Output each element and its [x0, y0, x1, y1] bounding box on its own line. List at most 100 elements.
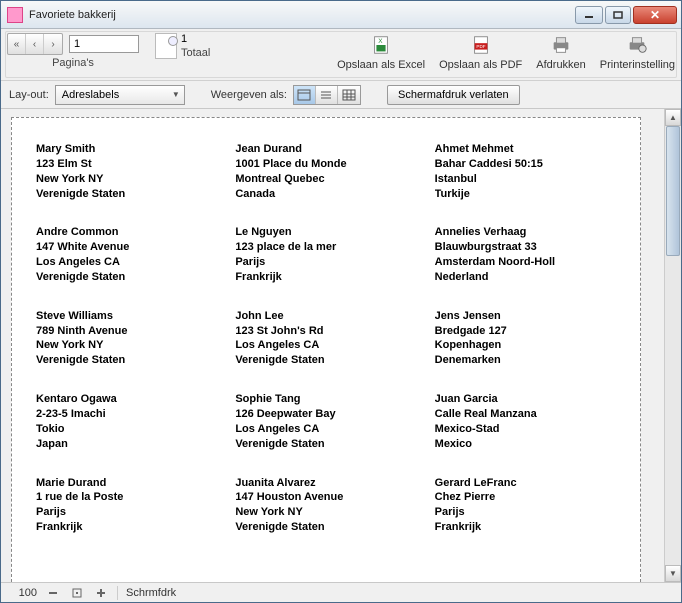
- address-line: Verenigde Staten: [36, 270, 223, 285]
- view-mode-form-button[interactable]: [294, 86, 316, 104]
- maximize-button[interactable]: [605, 6, 631, 24]
- address-line: Mexico-Stad: [435, 422, 622, 437]
- first-page-button[interactable]: «: [8, 34, 26, 54]
- address-line: Parijs: [435, 505, 622, 520]
- address-label: Kentaro Ogawa2-23-5 ImachiTokioJapan: [36, 392, 223, 451]
- address-line: Verenigde Staten: [36, 353, 223, 368]
- address-line: 2-23-5 Imachi: [36, 407, 223, 422]
- address-line: Jens Jensen: [435, 309, 622, 324]
- address-line: John Lee: [235, 309, 422, 324]
- zoom-out-button[interactable]: [45, 586, 61, 600]
- address-line: Blauwburgstraat 33: [435, 240, 622, 255]
- address-labels-grid: Mary Smith123 Elm StNew York NYVerenigde…: [36, 142, 622, 535]
- total-count: 1: [181, 33, 210, 45]
- address-line: 123 Elm St: [36, 157, 223, 172]
- address-label: Marie Durand1 rue de la PosteParijsFrank…: [36, 476, 223, 535]
- app-icon: [7, 7, 23, 23]
- print-button[interactable]: Afdrukken: [536, 33, 586, 71]
- address-line: 123 St John's Rd: [235, 324, 422, 339]
- zoom-fit-button[interactable]: [69, 586, 85, 600]
- address-line: Los Angeles CA: [235, 338, 422, 353]
- address-line: Turkije: [435, 187, 622, 202]
- address-line: Chez Pierre: [435, 490, 622, 505]
- layout-label: Lay-out:: [9, 89, 49, 101]
- scroll-up-button[interactable]: ▲: [665, 109, 681, 126]
- address-line: Amsterdam Noord-Holl: [435, 255, 622, 270]
- address-label: Annelies VerhaagBlauwburgstraat 33Amster…: [435, 225, 622, 284]
- save-as-excel-button[interactable]: X Opslaan als Excel: [337, 33, 425, 71]
- address-line: Jean Durand: [235, 142, 422, 157]
- address-line: Frankrijk: [435, 520, 622, 535]
- address-line: Andre Common: [36, 225, 223, 240]
- chevron-down-icon: ▼: [172, 90, 180, 99]
- scroll-down-button[interactable]: ▼: [665, 565, 681, 582]
- address-line: 126 Deepwater Bay: [235, 407, 422, 422]
- address-line: Tokio: [36, 422, 223, 437]
- address-line: 147 White Avenue: [36, 240, 223, 255]
- address-label: Gerard LeFrancChez PierreParijsFrankrijk: [435, 476, 622, 535]
- minimize-button[interactable]: [575, 6, 603, 24]
- close-button[interactable]: ✕: [633, 6, 677, 24]
- address-line: Parijs: [36, 505, 223, 520]
- total-label: Totaal: [181, 47, 210, 59]
- printer-icon: [548, 33, 574, 57]
- address-line: Los Angeles CA: [36, 255, 223, 270]
- page-nav-group: « ‹ › Pagina's: [7, 33, 139, 69]
- address-label: John Lee123 St John's RdLos Angeles CAVe…: [235, 309, 422, 368]
- printer-settings-button[interactable]: Printerinstelling: [600, 33, 675, 71]
- address-line: Denemarken: [435, 353, 622, 368]
- view-mode-table-button[interactable]: [338, 86, 360, 104]
- total-records-group: 1 Totaal: [155, 33, 210, 59]
- address-line: Nederland: [435, 270, 622, 285]
- view-mode-list-button[interactable]: [316, 86, 338, 104]
- scrollbar-thumb[interactable]: [666, 126, 680, 256]
- address-line: Los Angeles CA: [235, 422, 422, 437]
- preview-viewport[interactable]: Mary Smith123 Elm StNew York NYVerenigde…: [1, 109, 664, 582]
- address-label: Mary Smith123 Elm StNew York NYVerenigde…: [36, 142, 223, 201]
- address-line: New York NY: [36, 172, 223, 187]
- address-label: Juan GarciaCalle Real ManzanaMexico-Stad…: [435, 392, 622, 451]
- address-line: Marie Durand: [36, 476, 223, 491]
- scrollbar-track[interactable]: [665, 126, 681, 565]
- address-line: Mexico: [435, 437, 622, 452]
- prev-page-button[interactable]: ‹: [26, 34, 44, 54]
- address-line: New York NY: [36, 338, 223, 353]
- status-bar: 100 Schrmfdrk: [1, 582, 681, 602]
- address-line: 1 rue de la Poste: [36, 490, 223, 505]
- address-label: Jean Durand1001 Place du MondeMontreal Q…: [235, 142, 422, 201]
- address-line: Kopenhagen: [435, 338, 622, 353]
- svg-text:PDF: PDF: [476, 44, 485, 49]
- address-line: Verenigde Staten: [235, 520, 422, 535]
- address-line: Calle Real Manzana: [435, 407, 622, 422]
- save-as-pdf-button[interactable]: PDF Opslaan als PDF: [439, 33, 522, 71]
- zoom-value: 100: [7, 587, 37, 599]
- layout-dropdown[interactable]: Adreslabels ▼: [55, 85, 185, 105]
- address-line: Mary Smith: [36, 142, 223, 157]
- layout-toolbar: Lay-out: Adreslabels ▼ Weergeven als: Sc…: [1, 81, 681, 109]
- address-line: Montreal Quebec: [235, 172, 422, 187]
- address-line: Kentaro Ogawa: [36, 392, 223, 407]
- pdf-icon: PDF: [468, 33, 494, 57]
- titlebar: Favoriete bakkerij ✕: [1, 1, 681, 29]
- app-window: Favoriete bakkerij ✕ « ‹ › Pagina's: [0, 0, 682, 603]
- show-as-label: Weergeven als:: [211, 89, 287, 101]
- content-area: Mary Smith123 Elm StNew York NYVerenigde…: [1, 109, 681, 582]
- preview-page: Mary Smith123 Elm StNew York NYVerenigde…: [11, 117, 641, 582]
- main-toolbar: « ‹ › Pagina's 1 Totaal X Opslaan als Ex…: [1, 29, 681, 81]
- address-label: Andre Common147 White AvenueLos Angeles …: [36, 225, 223, 284]
- address-label: Le Nguyen123 place de la merParijsFrankr…: [235, 225, 422, 284]
- page-number-input[interactable]: [69, 35, 139, 53]
- address-line: 123 place de la mer: [235, 240, 422, 255]
- address-line: Le Nguyen: [235, 225, 422, 240]
- next-page-button[interactable]: ›: [44, 34, 62, 54]
- address-line: Canada: [235, 187, 422, 202]
- exit-preview-button[interactable]: Schermafdruk verlaten: [387, 85, 520, 105]
- address-line: New York NY: [235, 505, 422, 520]
- zoom-in-button[interactable]: [93, 586, 109, 600]
- address-line: Sophie Tang: [235, 392, 422, 407]
- address-line: Verenigde Staten: [36, 187, 223, 202]
- address-line: Juan Garcia: [435, 392, 622, 407]
- address-line: Verenigde Staten: [235, 353, 422, 368]
- svg-text:X: X: [378, 38, 383, 45]
- address-label: Ahmet MehmetBahar Caddesi 50:15IstanbulT…: [435, 142, 622, 201]
